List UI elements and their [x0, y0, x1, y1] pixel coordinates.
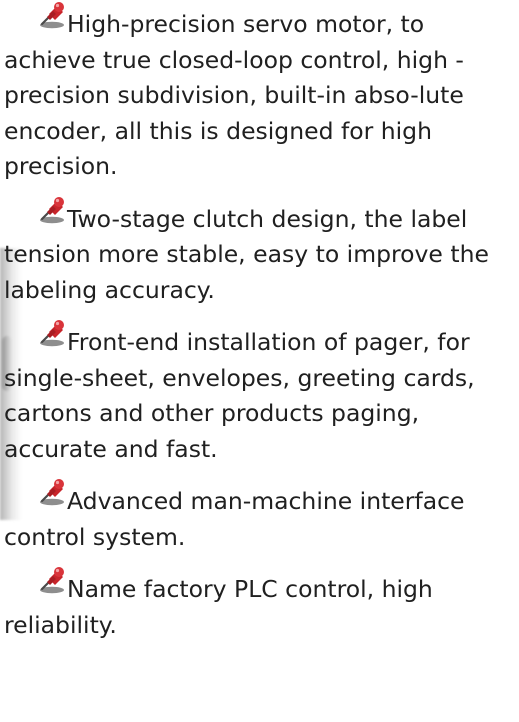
pushpin-icon [37, 195, 67, 225]
feature-item: Name factory PLC control, high reliabili… [4, 567, 514, 643]
feature-item: Front-end installation of pager, for sin… [4, 320, 514, 467]
pushpin-icon [37, 318, 67, 348]
feature-text: Front-end installation of pager, for sin… [4, 328, 475, 463]
pushpin-icon [37, 477, 67, 507]
feature-text: High-precision servo motor, to achieve t… [4, 10, 464, 180]
feature-text: Advanced man-machine interface control s… [4, 487, 465, 551]
pushpin-icon [37, 0, 67, 30]
feature-item: Advanced man-machine interface control s… [4, 479, 514, 555]
feature-item: Two-stage clutch design, the label tensi… [4, 196, 514, 309]
pushpin-icon [37, 565, 67, 595]
feature-item: High-precision servo motor, to achieve t… [4, 2, 514, 185]
feature-text: Two-stage clutch design, the label tensi… [4, 204, 489, 304]
feature-text: Name factory PLC control, high reliabili… [4, 575, 433, 639]
feature-list: High-precision servo motor, to achieve t… [4, 2, 514, 659]
